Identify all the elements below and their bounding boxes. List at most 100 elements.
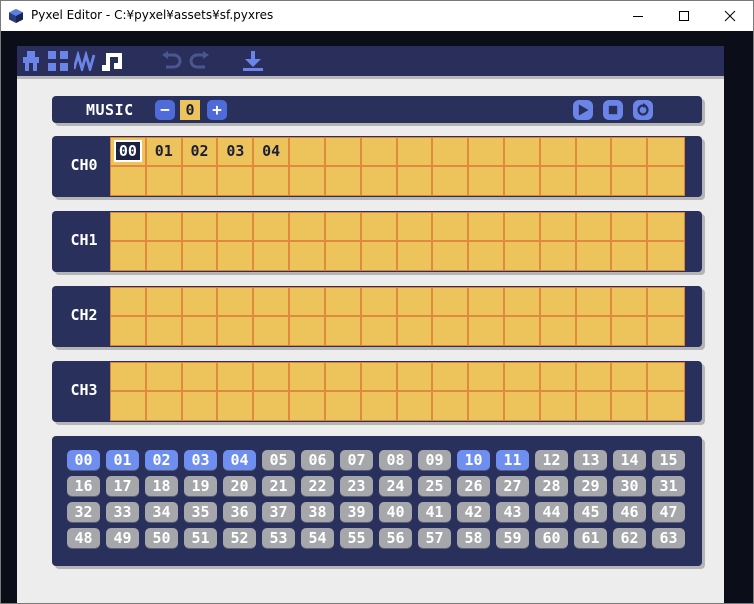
sound-editor-button[interactable] bbox=[73, 49, 97, 73]
sequence-slot[interactable]: 04 bbox=[254, 138, 291, 167]
sound-button-51[interactable]: 51 bbox=[184, 528, 217, 548]
stop-button[interactable] bbox=[603, 100, 623, 120]
sound-button-06[interactable]: 06 bbox=[301, 450, 334, 470]
sequence-slot[interactable] bbox=[540, 138, 577, 167]
sequence-slot[interactable] bbox=[469, 363, 505, 392]
sound-button-35[interactable]: 35 bbox=[184, 502, 217, 522]
tilemap-editor-button[interactable] bbox=[46, 49, 70, 73]
sequence-slot[interactable] bbox=[111, 363, 147, 392]
sequence-slot[interactable] bbox=[290, 166, 326, 195]
sound-button-01[interactable]: 01 bbox=[106, 450, 139, 470]
export-button[interactable] bbox=[241, 49, 265, 73]
sequence-slot[interactable] bbox=[612, 288, 649, 317]
minimize-button[interactable] bbox=[615, 1, 661, 31]
sequence-slot[interactable] bbox=[397, 138, 434, 167]
sequence-slot[interactable] bbox=[648, 392, 684, 421]
sound-button-48[interactable]: 48 bbox=[67, 528, 100, 548]
sequence-slot[interactable] bbox=[218, 166, 255, 195]
sequence-slot[interactable] bbox=[540, 288, 577, 317]
sequence-slot[interactable] bbox=[612, 391, 649, 420]
sound-button-29[interactable]: 29 bbox=[574, 476, 607, 496]
sequence-slot[interactable] bbox=[326, 166, 362, 195]
sequence-slot[interactable] bbox=[469, 213, 505, 242]
sequence-slot[interactable] bbox=[398, 391, 434, 420]
sequence-slot[interactable] bbox=[147, 391, 183, 420]
sequence-slot[interactable] bbox=[504, 138, 541, 167]
loop-button[interactable] bbox=[633, 100, 653, 120]
sequence-slot[interactable] bbox=[290, 316, 326, 345]
close-button[interactable] bbox=[707, 1, 753, 31]
sequence-slot[interactable] bbox=[577, 391, 613, 420]
sequence-slot[interactable] bbox=[182, 363, 219, 392]
sound-button-17[interactable]: 17 bbox=[106, 476, 139, 496]
sequence-slot[interactable] bbox=[469, 391, 505, 420]
image-editor-button[interactable] bbox=[19, 49, 43, 73]
sequence-slot[interactable] bbox=[183, 316, 219, 345]
sequence-slot[interactable] bbox=[362, 166, 398, 195]
sequence-slot[interactable] bbox=[433, 241, 470, 270]
sound-button-16[interactable]: 16 bbox=[67, 476, 100, 496]
sound-button-38[interactable]: 38 bbox=[301, 502, 334, 522]
sound-button-14[interactable]: 14 bbox=[613, 450, 646, 470]
sound-button-56[interactable]: 56 bbox=[379, 528, 412, 548]
sequence-slot[interactable] bbox=[505, 391, 541, 420]
sequence-slot[interactable] bbox=[325, 288, 362, 317]
sequence-slot[interactable] bbox=[612, 363, 649, 392]
sound-button-53[interactable]: 53 bbox=[262, 528, 295, 548]
redo-button[interactable] bbox=[187, 49, 211, 73]
sequence-slot[interactable] bbox=[254, 391, 291, 420]
sequence-slot[interactable] bbox=[111, 241, 147, 270]
sound-button-19[interactable]: 19 bbox=[184, 476, 217, 496]
sequence-slot[interactable] bbox=[648, 213, 684, 242]
sequence-slot[interactable] bbox=[218, 241, 255, 270]
sound-button-49[interactable]: 49 bbox=[106, 528, 139, 548]
sequence-slot[interactable] bbox=[505, 241, 541, 270]
sequence-slot[interactable] bbox=[290, 391, 326, 420]
sequence-slot[interactable] bbox=[361, 288, 398, 317]
sound-button-59[interactable]: 59 bbox=[496, 528, 529, 548]
sequence-slot[interactable] bbox=[540, 213, 577, 242]
sequence-slot[interactable] bbox=[576, 138, 613, 167]
sequence-slot[interactable] bbox=[147, 241, 183, 270]
sequence-slot[interactable] bbox=[111, 316, 147, 345]
sequence-slot[interactable] bbox=[254, 213, 291, 242]
sound-button-24[interactable]: 24 bbox=[379, 476, 412, 496]
sequence-slot[interactable] bbox=[433, 213, 470, 242]
sequence-slot[interactable] bbox=[504, 288, 541, 317]
sound-button-18[interactable]: 18 bbox=[145, 476, 178, 496]
sound-button-40[interactable]: 40 bbox=[379, 502, 412, 522]
sound-button-52[interactable]: 52 bbox=[223, 528, 256, 548]
sound-button-27[interactable]: 27 bbox=[496, 476, 529, 496]
sequence-slot[interactable] bbox=[361, 213, 398, 242]
sequence-slot[interactable] bbox=[397, 213, 434, 242]
sequence-slot[interactable] bbox=[648, 138, 684, 167]
maximize-button[interactable] bbox=[661, 1, 707, 31]
sound-button-37[interactable]: 37 bbox=[262, 502, 295, 522]
sequence-slot[interactable] bbox=[612, 241, 649, 270]
sequence-slot[interactable] bbox=[254, 288, 291, 317]
sequence-slot[interactable] bbox=[398, 166, 434, 195]
sequence-slot[interactable] bbox=[648, 288, 684, 317]
sequence-slot[interactable] bbox=[361, 138, 398, 167]
sequence-slot[interactable]: 01 bbox=[146, 138, 183, 167]
sound-button-32[interactable]: 32 bbox=[67, 502, 100, 522]
sequence-slot[interactable] bbox=[362, 241, 398, 270]
sound-button-05[interactable]: 05 bbox=[262, 450, 295, 470]
channel-sequence-grid[interactable] bbox=[110, 287, 685, 346]
sequence-slot[interactable] bbox=[505, 166, 541, 195]
sequence-slot[interactable] bbox=[182, 213, 219, 242]
sequence-slot[interactable] bbox=[397, 288, 434, 317]
channel-sequence-grid[interactable] bbox=[110, 362, 685, 421]
sequence-slot[interactable] bbox=[111, 166, 147, 195]
sequence-slot[interactable] bbox=[111, 391, 147, 420]
sound-button-12[interactable]: 12 bbox=[535, 450, 568, 470]
sound-button-46[interactable]: 46 bbox=[613, 502, 646, 522]
sound-button-02[interactable]: 02 bbox=[145, 450, 178, 470]
sequence-slot[interactable] bbox=[254, 316, 291, 345]
music-increment-button[interactable]: + bbox=[207, 100, 227, 120]
sequence-slot[interactable] bbox=[612, 138, 649, 167]
sound-button-63[interactable]: 63 bbox=[652, 528, 685, 548]
sound-button-23[interactable]: 23 bbox=[340, 476, 373, 496]
channel-sequence-grid[interactable]: 00 01 02 03 04 bbox=[110, 137, 685, 196]
sequence-slot[interactable] bbox=[218, 363, 255, 392]
